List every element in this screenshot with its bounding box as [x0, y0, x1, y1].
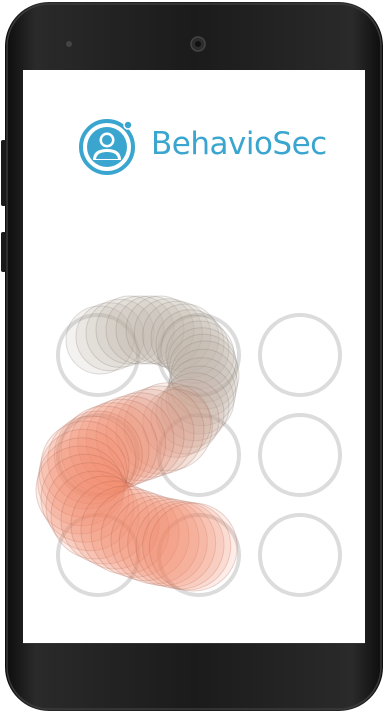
- front-camera-lens: [195, 41, 201, 47]
- swipe-trail: [35, 295, 240, 592]
- power-button[interactable]: [1, 140, 6, 206]
- proximity-sensor: [66, 41, 72, 47]
- bottom-bezel: [23, 643, 365, 644]
- brand-name: BehavioSec: [151, 126, 327, 162]
- trail-circle: [148, 502, 238, 592]
- phone-device: [1, 2, 383, 711]
- volume-button[interactable]: [1, 232, 6, 272]
- user-shield-icon: [79, 119, 135, 175]
